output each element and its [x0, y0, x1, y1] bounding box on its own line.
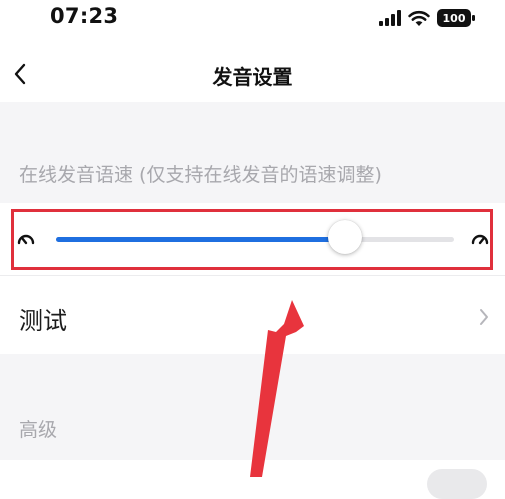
- status-icons: 100: [379, 6, 475, 30]
- slider-fill: [56, 237, 345, 242]
- status-bar: 07:23 100: [0, 0, 505, 44]
- advanced-setting-row: [0, 460, 505, 499]
- battery-label: 100: [443, 12, 466, 25]
- wifi-icon: [408, 10, 430, 26]
- battery-icon: 100: [437, 9, 475, 27]
- advanced-section-label: 高级: [19, 419, 58, 441]
- chevron-right-icon: [480, 309, 488, 325]
- advanced-toggle[interactable]: [427, 469, 487, 499]
- status-time: 07:23: [50, 4, 119, 28]
- speedometer-fast-icon: [471, 234, 489, 245]
- test-row[interactable]: 测试: [0, 276, 505, 354]
- advanced-section-background: [0, 354, 505, 477]
- speech-speed-row: [0, 203, 505, 275]
- signal-icon: [379, 10, 401, 26]
- nav-bar: 发音设置: [0, 48, 505, 102]
- speech-speed-slider[interactable]: [56, 237, 454, 242]
- slider-thumb[interactable]: [327, 220, 362, 254]
- section-background: [0, 102, 505, 203]
- test-label: 测试: [19, 307, 67, 335]
- page-title: 发音设置: [212, 65, 293, 89]
- speech-speed-section-label: 在线发音语速 (仅支持在线发音的语速调整): [19, 164, 382, 186]
- speedometer-slow-icon: [17, 234, 35, 245]
